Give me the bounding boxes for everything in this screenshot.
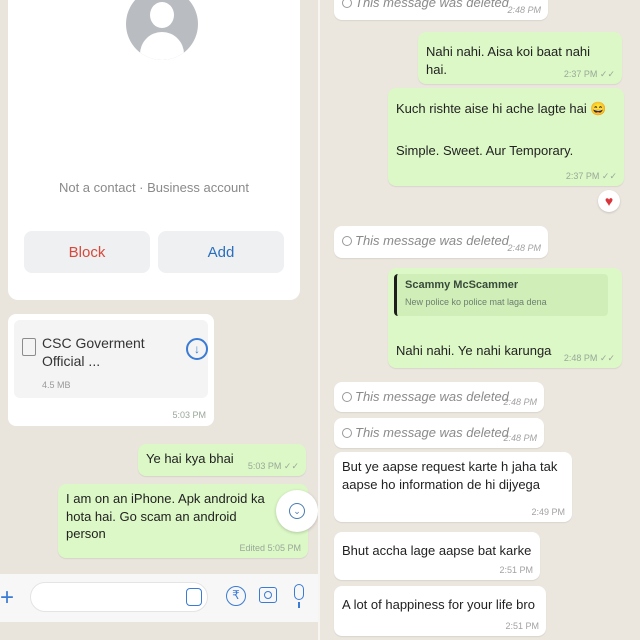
deleted-icon (342, 428, 352, 438)
message-text-line2: Simple. Sweet. Aur Temporary. (396, 142, 574, 158)
left-chat-panel: Not a contact · Business account Block A… (0, 0, 320, 640)
quoted-message[interactable]: Scammy McScammer New police ko police ma… (394, 274, 608, 316)
download-icon[interactable]: ↓ (186, 338, 208, 360)
heart-reaction-icon[interactable]: ♥ (598, 190, 620, 212)
deleted-message: This message was deleted 2:48 PM (334, 382, 544, 412)
message-text: This message was deleted (355, 0, 509, 10)
message-time: 2:37 PM ✓✓ (563, 68, 615, 79)
quote-author: Scammy McScammer (405, 279, 519, 291)
contact-info: Not a contact · Business account (58, 180, 250, 195)
message-time: 2:51 PM (505, 620, 539, 631)
message-time: 5:03 PM (172, 410, 206, 420)
avatar-placeholder (126, 0, 198, 60)
deleted-message: This message was deleted 2:48 PM (334, 0, 548, 20)
message-bubble: Bhut accha lage aapse bat karke 2:51 PM (334, 532, 540, 580)
message-bubble: A lot of happiness for your life bro 2:5… (334, 586, 546, 636)
reply-message: Scammy McScammer New police ko police ma… (388, 268, 622, 368)
message-time: 2:48 PM (503, 396, 537, 407)
rupee-icon[interactable]: ₹ (226, 586, 246, 606)
message-bubble: Ye hai kya bhai 5:03 PM ✓✓ (138, 444, 306, 476)
scroll-down-button[interactable]: ⌄ (276, 490, 318, 532)
message-text: A lot of happiness for your life bro (342, 597, 535, 612)
message-time: 5:03 PM ✓✓ (247, 460, 299, 471)
message-time: 2:48 PM (503, 432, 537, 443)
right-chat-panel: This message was deleted 2:48 PM Nahi na… (320, 0, 640, 640)
message-time: Edited 5:05 PM (239, 542, 301, 553)
document-box[interactable]: CSC Goverment Official ... 4.5 MB ↓ (14, 320, 208, 398)
deleted-message: This message was deleted 2:48 PM (334, 418, 544, 448)
message-time: 2:48 PM (507, 242, 541, 253)
message-text: This message was deleted (355, 389, 509, 404)
block-button[interactable]: Block (24, 231, 150, 273)
contact-card: Not a contact · Business account Block A… (8, 0, 300, 300)
deleted-icon (342, 236, 352, 246)
message-time: 2:49 PM (531, 506, 565, 517)
document-icon (22, 338, 36, 356)
message-time: 2:51 PM (499, 564, 533, 575)
message-text: Nahi nahi. Ye nahi karunga (396, 343, 552, 358)
quote-text: New police ko police mat laga dena (405, 296, 547, 307)
message-time: 2:48 PM ✓✓ (563, 352, 615, 363)
plus-icon[interactable]: + (0, 584, 14, 612)
message-bubble: Kuch rishte aise hi ache lagte hai 😄 Sim… (388, 88, 624, 186)
mic-icon[interactable] (294, 584, 304, 608)
message-text: Kuch rishte aise hi ache lagte hai 😄 (396, 101, 607, 116)
message-text: I am on an iPhone. Apk android ka hota h… (66, 491, 265, 542)
camera-icon[interactable] (259, 587, 277, 603)
input-bar: + ₹ (0, 574, 320, 622)
document-size: 4.5 MB (42, 380, 71, 390)
message-input[interactable] (30, 582, 208, 612)
message-time: 2:37 PM ✓✓ (565, 170, 617, 181)
document-message[interactable]: CSC Goverment Official ... 4.5 MB ↓ 5:03… (8, 314, 214, 426)
message-bubble: Nahi nahi. Aisa koi baat nahi hai. 2:37 … (418, 32, 622, 84)
sticker-icon[interactable] (186, 588, 202, 606)
message-time: 2:48 PM (507, 4, 541, 15)
document-name: CSC Goverment Official ... (42, 335, 145, 370)
message-bubble: But ye aapse request karte h jaha tak aa… (334, 452, 572, 522)
message-text: This message was deleted (355, 425, 509, 440)
message-text: Bhut accha lage aapse bat karke (342, 543, 532, 558)
deleted-icon (342, 392, 352, 402)
scroll-down-icon: ⌄ (289, 503, 305, 519)
deleted-message: This message was deleted 2:48 PM (334, 226, 548, 258)
add-button[interactable]: Add (158, 231, 284, 273)
message-text: But ye aapse request karte h jaha tak aa… (342, 459, 558, 492)
message-bubble: I am on an iPhone. Apk android ka hota h… (58, 484, 308, 558)
message-text: Ye hai kya bhai (146, 451, 234, 466)
deleted-icon (342, 0, 352, 8)
message-text: This message was deleted (355, 233, 509, 248)
